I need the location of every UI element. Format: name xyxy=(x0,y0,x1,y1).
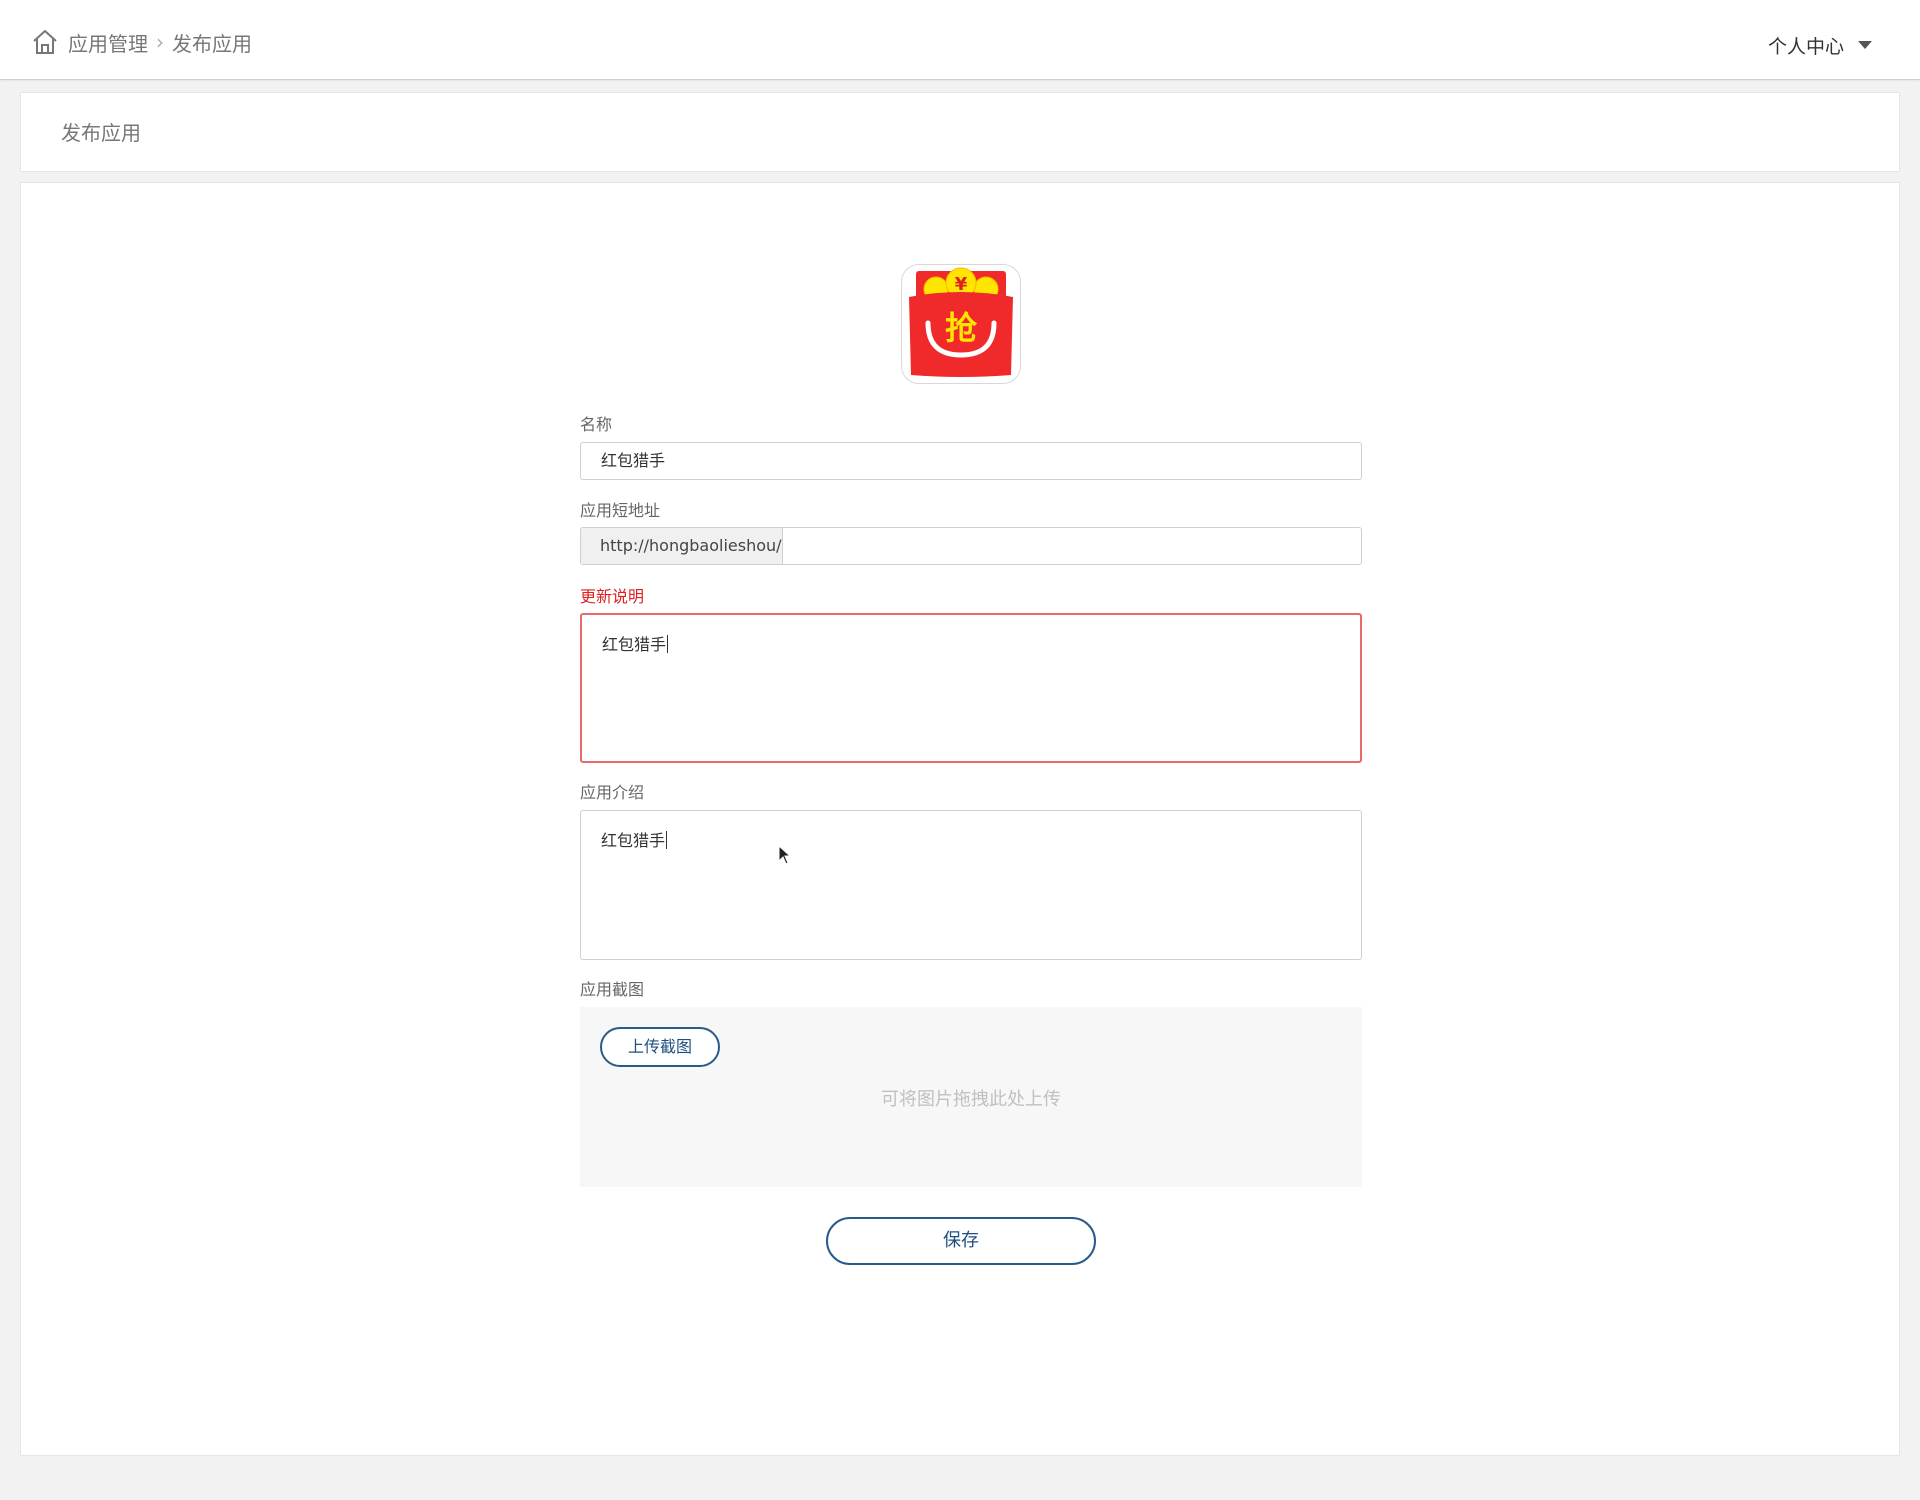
short-url-prefix: http://hongbaolieshou/ xyxy=(581,528,783,564)
release-notes-textarea[interactable]: 红包猎手 xyxy=(580,613,1362,763)
mouse-pointer-icon xyxy=(778,844,792,865)
caret-down-icon xyxy=(1858,41,1872,49)
breadcrumb-publish-app: 发布应用 xyxy=(172,31,252,56)
save-button[interactable]: 保存 xyxy=(826,1217,1096,1265)
chevron-right-icon: › xyxy=(156,30,164,54)
icon-glyph: 抢 xyxy=(945,309,978,347)
drop-hint: 可将图片拖拽此处上传 xyxy=(881,1089,1061,1110)
release-notes-label: 更新说明 xyxy=(580,587,645,606)
text-caret xyxy=(667,635,669,653)
page-title: 发布应用 xyxy=(61,121,141,145)
app-icon[interactable]: ¥ 抢 xyxy=(901,264,1021,384)
intro-label: 应用介绍 xyxy=(580,783,645,802)
top-bar: 应用管理 › 发布应用 个人中心 xyxy=(0,0,1920,80)
home-icon[interactable] xyxy=(30,27,60,57)
intro-textarea[interactable]: 红包猎手 xyxy=(580,810,1362,960)
user-center-menu[interactable]: 个人中心 xyxy=(1768,30,1872,60)
short-url-group: http://hongbaolieshou/ xyxy=(580,527,1362,565)
coin-yen-glyph: ¥ xyxy=(955,274,968,295)
text-caret xyxy=(666,831,668,849)
page-header-panel: 发布应用 xyxy=(20,92,1900,172)
breadcrumb-app-management[interactable]: 应用管理 xyxy=(68,28,148,57)
user-center-label: 个人中心 xyxy=(1767,35,1844,58)
name-label: 名称 xyxy=(580,415,613,434)
intro-text: 红包猎手 xyxy=(601,831,666,850)
short-url-input[interactable] xyxy=(783,528,1361,564)
screenshots-label: 应用截图 xyxy=(580,980,645,999)
release-notes-text: 红包猎手 xyxy=(602,635,667,654)
breadcrumb: 应用管理 › 发布应用 xyxy=(30,27,252,57)
short-url-label: 应用短地址 xyxy=(580,501,661,520)
publish-form-panel: ¥ 抢 名称 红包猎手 应用短地址 http://hongbaolieshou/… xyxy=(20,182,1900,1456)
name-input[interactable]: 红包猎手 xyxy=(580,442,1362,480)
screenshot-drop-zone[interactable]: 上传截图 可将图片拖拽此处上传 xyxy=(580,1007,1362,1187)
upload-screenshot-button[interactable]: 上传截图 xyxy=(600,1027,720,1067)
